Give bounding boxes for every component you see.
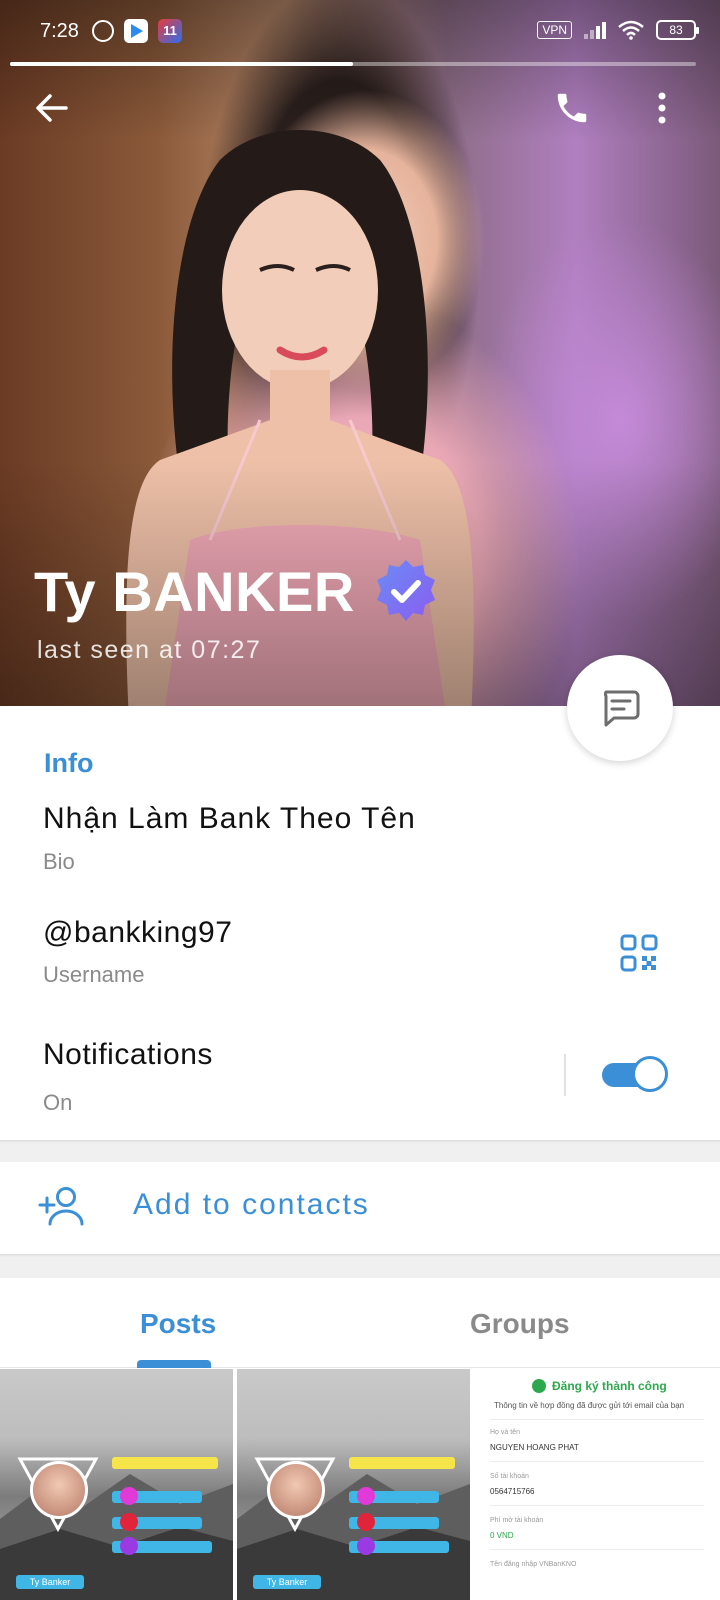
call-button[interactable] xyxy=(548,84,596,132)
notifications-title[interactable]: Notifications xyxy=(43,1038,213,1072)
promo-name-tag: Ty Banker xyxy=(253,1575,321,1589)
more-options-button[interactable] xyxy=(638,84,686,132)
bio-label: Bio xyxy=(43,849,75,874)
back-button[interactable] xyxy=(28,84,76,132)
add-user-icon xyxy=(38,1187,84,1226)
check-circle-icon xyxy=(532,1379,546,1393)
media-thumbnail[interactable]: Ty Banker xyxy=(237,1369,470,1600)
play-store-icon xyxy=(124,19,148,43)
alarm-icon xyxy=(92,20,114,42)
media-tabs: Posts Groups xyxy=(0,1278,720,1368)
story-progress-fill xyxy=(10,62,353,66)
info-section-title: Info xyxy=(44,748,94,778)
status-bar: 7:28 11 VPN 83 xyxy=(0,0,720,64)
app-notification-icon: 11 xyxy=(158,19,182,43)
toggle-knob xyxy=(632,1056,668,1092)
username-text[interactable]: @bankking97 xyxy=(43,916,232,950)
verified-badge-icon xyxy=(376,560,435,621)
section-divider xyxy=(0,1140,720,1162)
registration-field-label: Số tài khoản xyxy=(490,1473,529,1480)
phone-icon xyxy=(557,93,587,123)
send-message-button[interactable] xyxy=(567,655,673,761)
notifications-status: On xyxy=(43,1090,73,1115)
promo-name-tag: Ty Banker xyxy=(16,1575,84,1589)
add-to-contacts-button[interactable]: Add to contacts xyxy=(0,1162,720,1254)
story-progress-bar xyxy=(10,62,696,66)
more-vertical-icon xyxy=(658,92,666,124)
tab-groups[interactable]: Groups xyxy=(470,1308,570,1340)
message-icon xyxy=(603,690,640,727)
wifi-icon xyxy=(618,20,644,40)
last-seen-status: last seen at 07:27 xyxy=(37,636,262,664)
battery-icon: 83 xyxy=(656,20,699,40)
registration-field-value: 0 VND xyxy=(490,1531,514,1540)
registration-title: Đăng ký thành công xyxy=(552,1379,667,1393)
registration-field-value: NGUYEN HOANG PHAT xyxy=(490,1443,579,1452)
media-thumbnail[interactable]: Đăng ký thành công Thông tin về hợp đồng… xyxy=(474,1369,720,1600)
media-grid: Ty Banker Ty Banker Đăng ký thành công T… xyxy=(0,1369,720,1600)
active-tab-indicator xyxy=(137,1360,211,1368)
signal-icon xyxy=(584,21,606,39)
divider xyxy=(564,1054,566,1096)
status-time: 7:28 xyxy=(40,20,79,42)
registration-subtitle: Thông tin về hợp đồng đã được gửi tới em… xyxy=(494,1401,685,1410)
qr-code-icon[interactable] xyxy=(620,934,658,972)
info-section: Info Nhận Làm Bank Theo Tên Bio @bankkin… xyxy=(0,706,720,1140)
media-thumbnail[interactable]: Ty Banker xyxy=(0,1369,233,1600)
profile-name: Ty BANKER xyxy=(34,559,355,623)
vpn-icon: VPN xyxy=(537,21,572,39)
notifications-toggle[interactable] xyxy=(602,1056,668,1092)
profile-name-row: Ty BANKER xyxy=(34,558,439,624)
registration-field-label: Phí mở tài khoản xyxy=(490,1517,544,1524)
registration-field-value: 0564715766 xyxy=(490,1487,535,1496)
add-to-contacts-label: Add to contacts xyxy=(133,1188,370,1221)
tab-posts[interactable]: Posts xyxy=(140,1308,216,1340)
arrow-left-icon xyxy=(36,94,68,122)
registration-field-label: Tên đăng nhập VNBanKNO xyxy=(490,1561,577,1568)
registration-field-label: Họ và tên xyxy=(490,1429,520,1436)
bio-text[interactable]: Nhận Làm Bank Theo Tên xyxy=(43,802,416,836)
section-divider xyxy=(0,1254,720,1278)
username-label: Username xyxy=(43,962,145,987)
